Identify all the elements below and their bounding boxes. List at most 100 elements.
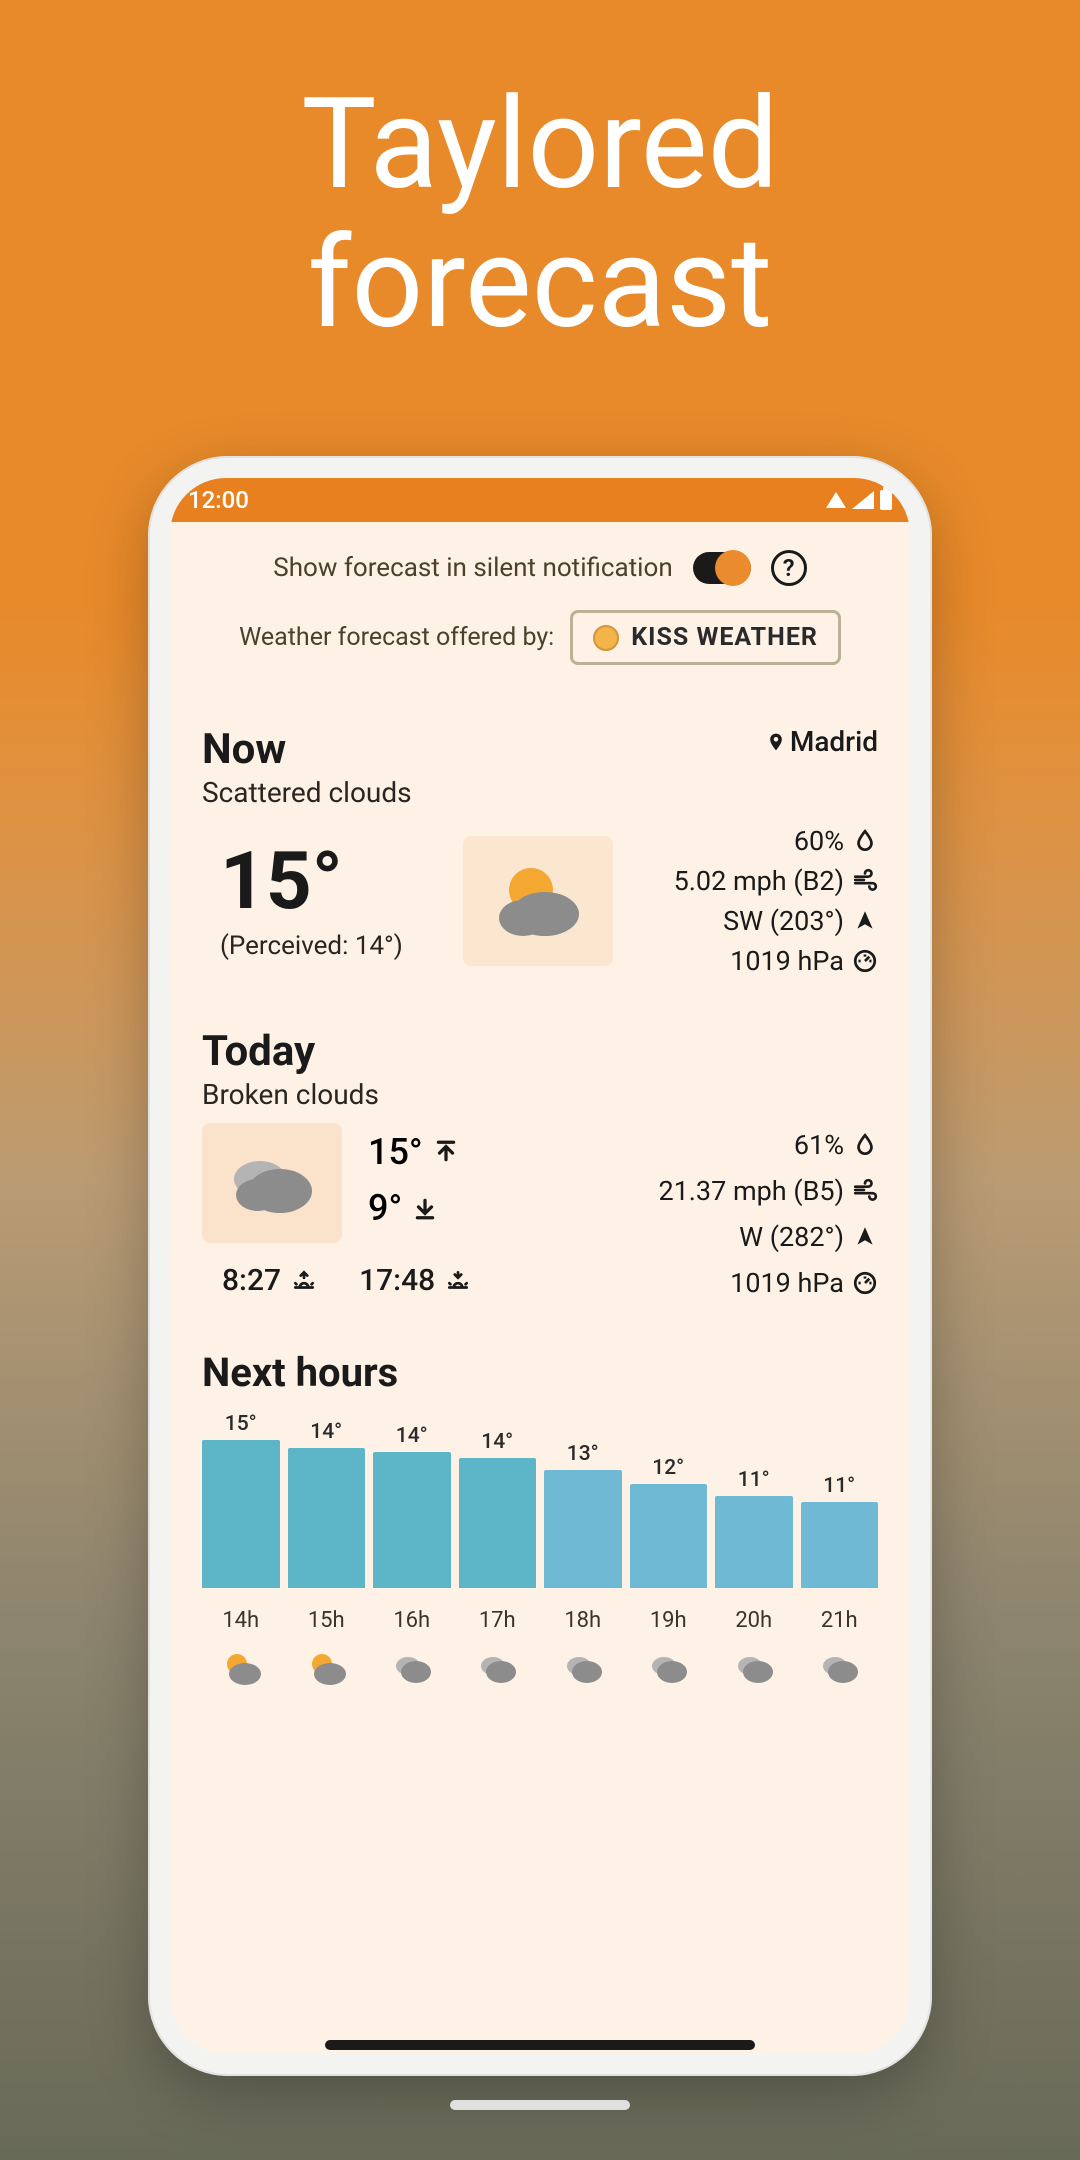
- hourly-label: 16h: [373, 1608, 451, 1633]
- hourly-bar[interactable]: 15°: [202, 1412, 280, 1588]
- hourly-label: 21h: [801, 1608, 879, 1633]
- hourly-bar[interactable]: 14°: [373, 1424, 451, 1588]
- hourly-bar-temp: 14°: [310, 1420, 342, 1444]
- notification-label: Show forecast in silent notification: [273, 553, 672, 583]
- hourly-label: 18h: [544, 1608, 622, 1633]
- now-humidity: 60%: [674, 825, 878, 857]
- today-wind: 21.37 mph (B5): [658, 1175, 878, 1207]
- today-title: Today: [202, 1027, 878, 1076]
- partly-cloudy-icon: [288, 1643, 366, 1693]
- status-bar: 12:00: [170, 478, 910, 522]
- direction-arrow-icon: [852, 1224, 878, 1250]
- now-direction: SW (203°): [674, 905, 878, 937]
- sunset: 17:48: [359, 1263, 473, 1298]
- partly-cloudy-icon: [202, 1643, 280, 1693]
- help-icon: ?: [783, 554, 795, 582]
- phone-screen: 12:00 Show forecast in silent notificati…: [170, 478, 910, 2054]
- hourly-bar-temp: 11°: [823, 1474, 855, 1498]
- hourly-bar-fill: [630, 1484, 708, 1588]
- hourly-label: 20h: [715, 1608, 793, 1633]
- now-description: Scattered clouds: [202, 776, 412, 809]
- location[interactable]: Madrid: [766, 725, 878, 758]
- hourly-icons: [202, 1643, 878, 1693]
- wind-icon: [852, 1178, 878, 1204]
- hourly-label: 14h: [202, 1608, 280, 1633]
- today-high: 15°: [368, 1131, 459, 1173]
- provider-logo-icon: [593, 625, 619, 651]
- wind-icon: [852, 868, 878, 894]
- hourly-bar-temp: 13°: [567, 1442, 599, 1466]
- hourly-bar-fill: [544, 1470, 622, 1588]
- now-wind: 5.02 mph (B2): [674, 865, 878, 897]
- cloudy-icon: [715, 1643, 793, 1693]
- status-time: 12:00: [188, 486, 249, 514]
- provider-name: KISS WEATHER: [631, 623, 818, 652]
- phone-frame: 12:00 Show forecast in silent notificati…: [148, 456, 932, 2076]
- provider-row: Weather forecast offered by: KISS WEATHE…: [170, 600, 910, 699]
- hourly-bar[interactable]: 14°: [459, 1430, 537, 1588]
- now-perceived: (Perceived: 14°): [220, 931, 403, 961]
- sunset-icon: [443, 1268, 473, 1294]
- hourly-bar-chart: 15°14°14°14°13°12°11°11°: [202, 1418, 878, 1588]
- now-card: Now Scattered clouds Madrid 15° (Perceiv…: [182, 709, 898, 1001]
- hourly-bar[interactable]: 12°: [630, 1456, 708, 1588]
- pressure-gauge-icon: [852, 1270, 878, 1296]
- hero-title: Taylored forecast: [0, 75, 1080, 352]
- today-humidity: 61%: [658, 1129, 878, 1161]
- today-weather-icon: [202, 1123, 342, 1243]
- today-pressure: 1019 hPa: [658, 1267, 878, 1299]
- battery-icon: [880, 490, 892, 510]
- home-indicator: [450, 2100, 630, 2110]
- provider-label: Weather forecast offered by:: [239, 623, 554, 652]
- hero-line1: Taylored: [301, 70, 778, 218]
- sunrise-icon: [289, 1268, 319, 1294]
- today-low: 9°: [368, 1187, 459, 1229]
- hourly-bar[interactable]: 14°: [288, 1420, 366, 1588]
- sunrise: 8:27: [222, 1263, 319, 1298]
- pressure-gauge-icon: [852, 948, 878, 974]
- hourly-label: 15h: [288, 1608, 366, 1633]
- now-pressure: 1019 hPa: [674, 945, 878, 977]
- hourly-bar-temp: 14°: [396, 1424, 428, 1448]
- next-hours-card: Next hours 15°14°14°14°13°12°11°11° 14h1…: [182, 1333, 898, 1717]
- wifi-icon: [826, 492, 846, 508]
- today-card: Today Broken clouds: [182, 1011, 898, 1323]
- notification-setting-row: Show forecast in silent notification ?: [170, 522, 910, 600]
- hourly-labels: 14h 15h 16h 17h 18h 19h 20h 21h: [202, 1608, 878, 1633]
- hero-line2: forecast: [308, 209, 773, 357]
- help-button[interactable]: ?: [771, 550, 807, 586]
- signal-icon: [852, 491, 874, 509]
- direction-arrow-icon: [852, 908, 878, 934]
- next-hours-title: Next hours: [202, 1349, 878, 1396]
- hourly-label: 17h: [459, 1608, 537, 1633]
- navigation-bar: [325, 2040, 755, 2042]
- droplet-icon: [852, 1132, 878, 1158]
- hourly-bar-temp: 12°: [652, 1456, 684, 1480]
- hourly-bar-fill: [459, 1458, 537, 1588]
- hourly-bar[interactable]: 13°: [544, 1442, 622, 1588]
- hourly-bar-fill: [373, 1452, 451, 1588]
- notification-toggle[interactable]: [693, 552, 751, 584]
- cloudy-icon: [801, 1643, 879, 1693]
- now-temperature: 15°: [220, 841, 403, 921]
- cloudy-icon: [373, 1643, 451, 1693]
- hourly-bar[interactable]: 11°: [801, 1474, 879, 1588]
- droplet-icon: [852, 828, 878, 854]
- location-pin-icon: [766, 729, 786, 755]
- arrow-down-icon: [412, 1195, 438, 1221]
- hourly-bar-temp: 11°: [738, 1468, 770, 1492]
- hourly-bar-fill: [202, 1440, 280, 1588]
- arrow-up-icon: [433, 1139, 459, 1165]
- now-weather-icon: [463, 836, 613, 966]
- status-icons: [826, 490, 892, 510]
- cloudy-icon: [459, 1643, 537, 1693]
- today-direction: W (282°): [658, 1221, 878, 1253]
- hourly-label: 19h: [630, 1608, 708, 1633]
- hourly-bar[interactable]: 11°: [715, 1468, 793, 1588]
- hourly-bar-fill: [801, 1502, 879, 1588]
- today-description: Broken clouds: [202, 1078, 878, 1111]
- hourly-bar-fill: [288, 1448, 366, 1588]
- hourly-bar-temp: 15°: [225, 1412, 257, 1436]
- provider-chip[interactable]: KISS WEATHER: [570, 610, 841, 665]
- toggle-knob: [715, 550, 751, 586]
